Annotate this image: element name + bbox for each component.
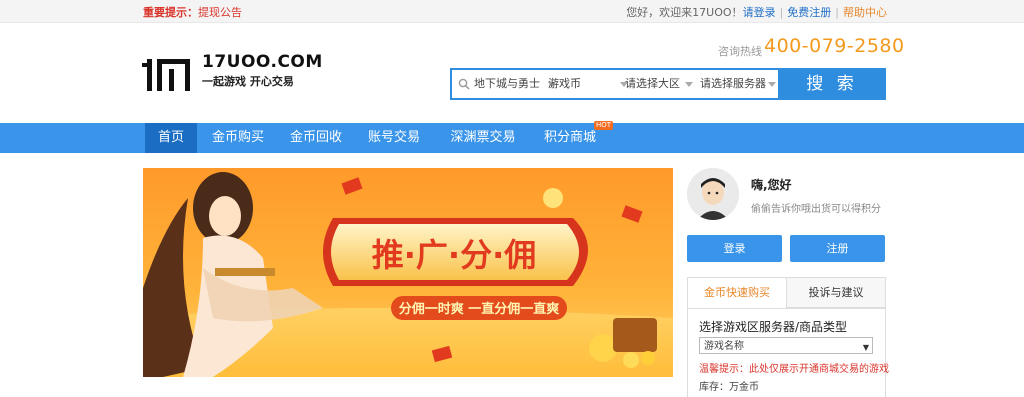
game-select-value: 地下城与勇士 (474, 77, 540, 90)
promo-banner[interactable]: 推·广·分·佣 分佣一时爽 一直分佣一直爽 (143, 168, 673, 377)
top-bar: 重要提示：提现公告 您好，欢迎来17UOO！请登录 | 免费注册 | 帮助中心 (0, 0, 1024, 23)
user-links: 您好，欢迎来17UOO！请登录 | 免费注册 | 帮助中心 (626, 4, 887, 20)
separator: | (779, 6, 784, 19)
banner-illustration: 推·广·分·佣 分佣一时爽 一直分佣一直爽 (143, 172, 673, 377)
hot-badge: HOT (594, 121, 614, 130)
server-select-value: 请选择服务器 (700, 77, 766, 90)
notice: 重要提示：提现公告 (143, 4, 242, 20)
banner-tagline: 分佣一时爽 一直分佣一直爽 (399, 301, 560, 317)
register-link[interactable]: 免费注册 (787, 6, 831, 19)
avatar (687, 168, 739, 220)
game-name-select[interactable]: 游戏名称 ▼ (699, 337, 873, 354)
notice-link[interactable]: 提现公告 (198, 6, 242, 19)
type-select[interactable]: 游戏币 (548, 70, 628, 98)
hotline-label: 咨询热线 (718, 45, 762, 58)
form-title: 选择游戏区服务器/商品类型 (699, 320, 848, 334)
stock-text: 库存：万金币 (699, 382, 759, 393)
user-panel: 嗨,您好 偷偷告诉你哦出货可以得积分 登录 注册 金币快速购买 投诉与建议 选择… (687, 168, 889, 397)
logo-domain[interactable]: 17UOO.COM (202, 52, 323, 72)
search-button[interactable]: 搜 索 (778, 68, 886, 100)
tab-quick-buy[interactable]: 金币快速购买 (688, 278, 787, 308)
banner-headline: 推·广·分·佣 (372, 236, 536, 274)
notice-label: 重要提示： (143, 6, 198, 19)
nav-item-points-mall[interactable]: 积分商城 (538, 123, 602, 153)
nav-item-abyss-ticket[interactable]: 深渊票交易 (447, 123, 519, 153)
avatar-icon (687, 168, 739, 220)
main-nav: 首页 金币购买 金币回收 账号交易 深渊票交易 积分商城 HOT (0, 121, 1024, 153)
nav-item-sell-gold[interactable]: 金币回收 (284, 123, 348, 153)
help-link[interactable]: 帮助中心 (843, 6, 887, 19)
tab-feedback[interactable]: 投诉与建议 (787, 278, 885, 308)
register-button[interactable]: 注册 (790, 235, 885, 262)
chevron-down-icon (768, 82, 776, 87)
warning-text: 温馨提示：此处仅展示开通商城交易的游戏 (699, 364, 889, 375)
login-link[interactable]: 请登录 (743, 6, 776, 19)
region-select-value: 请选择大区 (625, 77, 680, 90)
panel-tabs: 金币快速购买 投诉与建议 (687, 277, 886, 309)
hotline-number: 400-079-2580 (764, 35, 905, 57)
login-button[interactable]: 登录 (687, 235, 782, 262)
search-icon (458, 78, 470, 90)
nav-item-buy-gold[interactable]: 金币购买 (206, 123, 270, 153)
nav-item-account-trade[interactable]: 账号交易 (362, 123, 426, 153)
game-name-select-value: 游戏名称 (704, 341, 744, 352)
separator: | (835, 6, 839, 19)
nav-item-home[interactable]: 首页 (145, 123, 197, 153)
quick-buy-form: 选择游戏区服务器/商品类型 游戏名称 ▼ 温馨提示：此处仅展示开通商城交易的游戏… (687, 308, 889, 397)
server-select[interactable]: 请选择服务器 (700, 70, 776, 98)
region-select[interactable]: 请选择大区 (625, 70, 693, 98)
points-tip: 偷偷告诉你哦出货可以得积分 (751, 204, 881, 215)
logo-slogan: 一起游戏 开心交易 (202, 75, 294, 88)
game-select[interactable]: 地下城与勇士 (474, 70, 556, 98)
header: 17UOO.COM 一起游戏 开心交易 咨询热线 400-079-2580 地下… (0, 22, 1024, 122)
welcome-text: 您好，欢迎来17UOO！ (626, 6, 743, 19)
search-bar: 地下城与勇士 游戏币 请选择大区 请选择服务器 搜 索 (450, 68, 886, 100)
chevron-down-icon: ▼ (862, 343, 869, 352)
chevron-down-icon (685, 82, 693, 87)
greeting: 嗨,您好 (751, 178, 792, 192)
type-select-value: 游戏币 (548, 77, 581, 90)
logo-icon[interactable] (142, 55, 190, 91)
